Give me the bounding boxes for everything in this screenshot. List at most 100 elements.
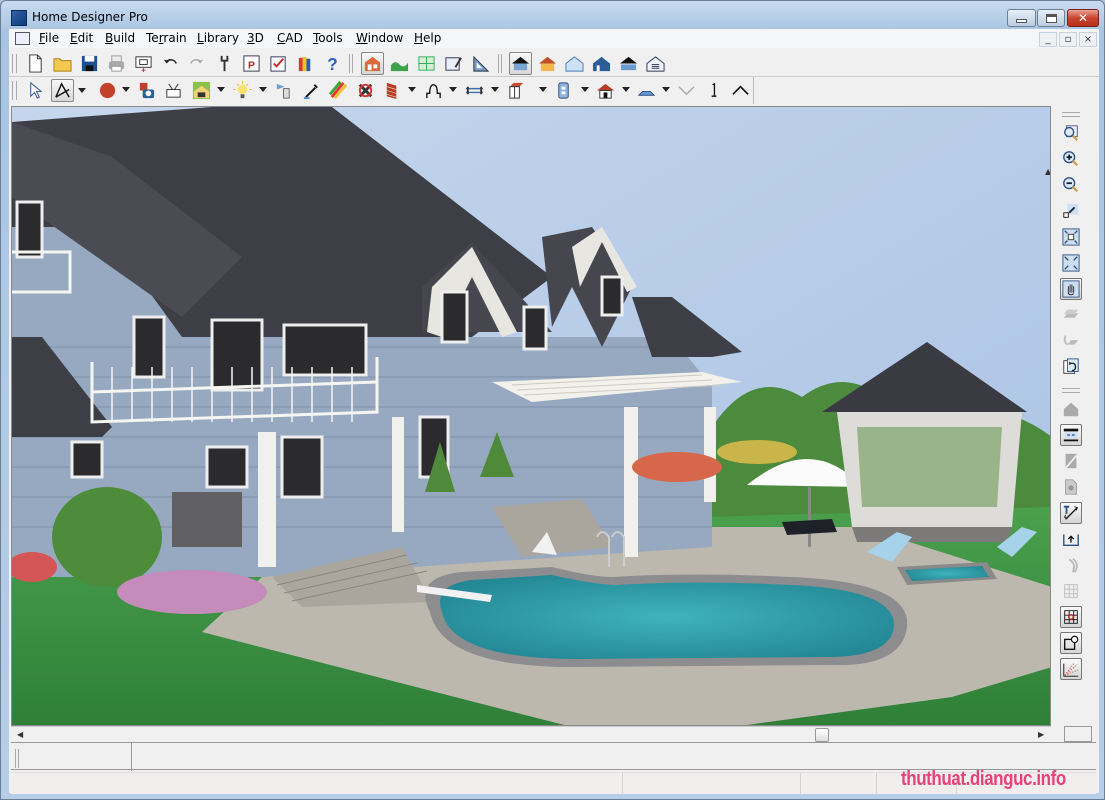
toolbar-grip[interactable] <box>1062 112 1080 117</box>
chevron-down-icon[interactable] <box>662 87 670 92</box>
save-button[interactable] <box>78 52 101 75</box>
chevron-down-icon[interactable] <box>122 87 130 92</box>
object-snap-button[interactable] <box>1060 632 1082 654</box>
terrain-view-button[interactable] <box>388 52 411 75</box>
library-button[interactable] <box>294 52 317 75</box>
minimize-button[interactable] <box>1007 9 1036 27</box>
print-preview-button[interactable]: P <box>240 52 263 75</box>
new-file-button[interactable] <box>24 52 47 75</box>
redo-button[interactable] <box>185 52 208 75</box>
menu-build[interactable]: Build <box>105 31 135 45</box>
pan-button[interactable] <box>1060 278 1082 300</box>
help-button[interactable]: ? <box>321 52 344 75</box>
cabinet-button[interactable] <box>505 79 528 102</box>
floor-plan-button[interactable] <box>415 52 438 75</box>
railing-button[interactable] <box>463 79 486 102</box>
grid-button[interactable] <box>1060 580 1082 602</box>
scrollbar-thumb[interactable] <box>815 728 829 742</box>
exterior-view-button[interactable] <box>590 52 613 75</box>
cross-section-button[interactable] <box>617 52 640 75</box>
glass-house-button[interactable] <box>563 52 586 75</box>
menu-3d[interactable]: 3D <box>247 31 264 45</box>
document-system-menu-icon[interactable] <box>15 32 30 45</box>
menu-window[interactable]: Window <box>356 31 403 45</box>
paint-bucket-button[interactable] <box>272 79 295 102</box>
full-camera-button[interactable] <box>509 52 532 75</box>
swap-view-button[interactable] <box>1060 330 1082 352</box>
chevron-down-icon[interactable] <box>622 87 630 92</box>
menu-library[interactable]: Library <box>197 31 239 45</box>
toolbar-grip[interactable] <box>12 54 17 73</box>
roof-plane-button[interactable] <box>635 79 658 102</box>
elevation-marker-button[interactable] <box>1060 528 1082 550</box>
house-view-button[interactable] <box>190 79 213 102</box>
scroll-right-arrow-icon[interactable]: ▶ <box>1038 730 1044 739</box>
wall-tool-button[interactable] <box>1060 450 1082 472</box>
toolbar-grip[interactable] <box>1062 388 1080 393</box>
color-button[interactable] <box>96 79 119 102</box>
delete-objects-button[interactable] <box>354 79 377 102</box>
chevron-down-icon[interactable] <box>408 87 416 92</box>
layout-button[interactable] <box>442 52 465 75</box>
cad-button[interactable] <box>469 52 492 75</box>
zoom-in-button[interactable] <box>1060 148 1082 170</box>
chevron-down-icon[interactable] <box>539 87 547 92</box>
camera-sweep-button[interactable] <box>1060 658 1082 680</box>
close-button[interactable]: ✕ <box>1067 9 1099 27</box>
light-button[interactable] <box>231 79 254 102</box>
arch-opening-button[interactable] <box>422 79 445 102</box>
plot-plan-button[interactable] <box>162 79 185 102</box>
undo-zoom-button[interactable] <box>1060 200 1082 222</box>
menu-file[interactable]: File <box>39 31 59 45</box>
door-tool-button[interactable] <box>1060 476 1082 498</box>
3d-view-canvas[interactable]: ▲ <box>11 106 1051 726</box>
refresh-view-button[interactable] <box>1060 356 1082 378</box>
exterior-house-button[interactable] <box>594 79 617 102</box>
mdi-restore-button[interactable]: ▫ <box>1059 32 1077 47</box>
mdi-close-button[interactable]: × <box>1079 32 1097 47</box>
rebuild-walls-button[interactable] <box>1060 424 1082 446</box>
chevron-down-icon[interactable] <box>217 87 225 92</box>
maximize-button[interactable] <box>1037 9 1065 27</box>
electrical-button[interactable] <box>552 79 575 102</box>
floor-level-button[interactable] <box>702 79 725 102</box>
edit-handles-button[interactable] <box>51 79 74 102</box>
open-button[interactable] <box>51 52 74 75</box>
undo-button[interactable] <box>159 52 182 75</box>
menu-terrain[interactable]: Terrain <box>146 31 187 45</box>
zoom-out-button[interactable] <box>1060 174 1082 196</box>
roof-tool-button[interactable] <box>1060 398 1082 420</box>
zoom-button[interactable] <box>1060 122 1082 144</box>
horizontal-scrollbar[interactable]: ◀ ▶ <box>11 726 1051 742</box>
mdi-minimize-button[interactable]: _ <box>1039 32 1057 47</box>
rendered-house-scene[interactable] <box>12 107 1051 726</box>
3d-view-button[interactable] <box>361 52 384 75</box>
plot-button[interactable] <box>132 52 155 75</box>
scroll-up-arrow-icon[interactable]: ▲ <box>1045 167 1050 176</box>
chevron-down-icon[interactable] <box>449 87 457 92</box>
menu-cad[interactable]: CAD <box>277 31 303 45</box>
menu-edit[interactable]: Edit <box>70 31 93 45</box>
fill-window-button[interactable] <box>1060 226 1082 248</box>
up-one-floor-button[interactable] <box>729 79 752 102</box>
chevron-down-icon[interactable] <box>259 87 267 92</box>
print-button[interactable] <box>105 52 128 75</box>
checklist-button[interactable] <box>267 52 290 75</box>
text-dimension-button[interactable] <box>1060 502 1082 524</box>
down-one-floor-button[interactable] <box>675 79 698 102</box>
layer-button[interactable] <box>1060 304 1082 326</box>
select-objects-button[interactable] <box>24 79 47 102</box>
menu-tools[interactable]: Tools <box>313 31 343 45</box>
material-painter-button[interactable] <box>327 79 350 102</box>
sun-angle-button[interactable] <box>1060 554 1082 576</box>
preferences-button[interactable] <box>213 52 236 75</box>
toolbar-grip[interactable] <box>12 81 17 100</box>
panel-grip[interactable] <box>15 749 19 768</box>
scroll-left-arrow-icon[interactable]: ◀ <box>17 730 23 739</box>
perspective-view-button[interactable] <box>536 52 559 75</box>
chevron-down-icon[interactable] <box>491 87 499 92</box>
room-data-button[interactable] <box>644 52 667 75</box>
title-bar[interactable]: Home Designer Pro ✕ <box>1 1 1104 29</box>
eyedropper-button[interactable] <box>300 79 323 102</box>
wall-button[interactable] <box>381 79 404 102</box>
